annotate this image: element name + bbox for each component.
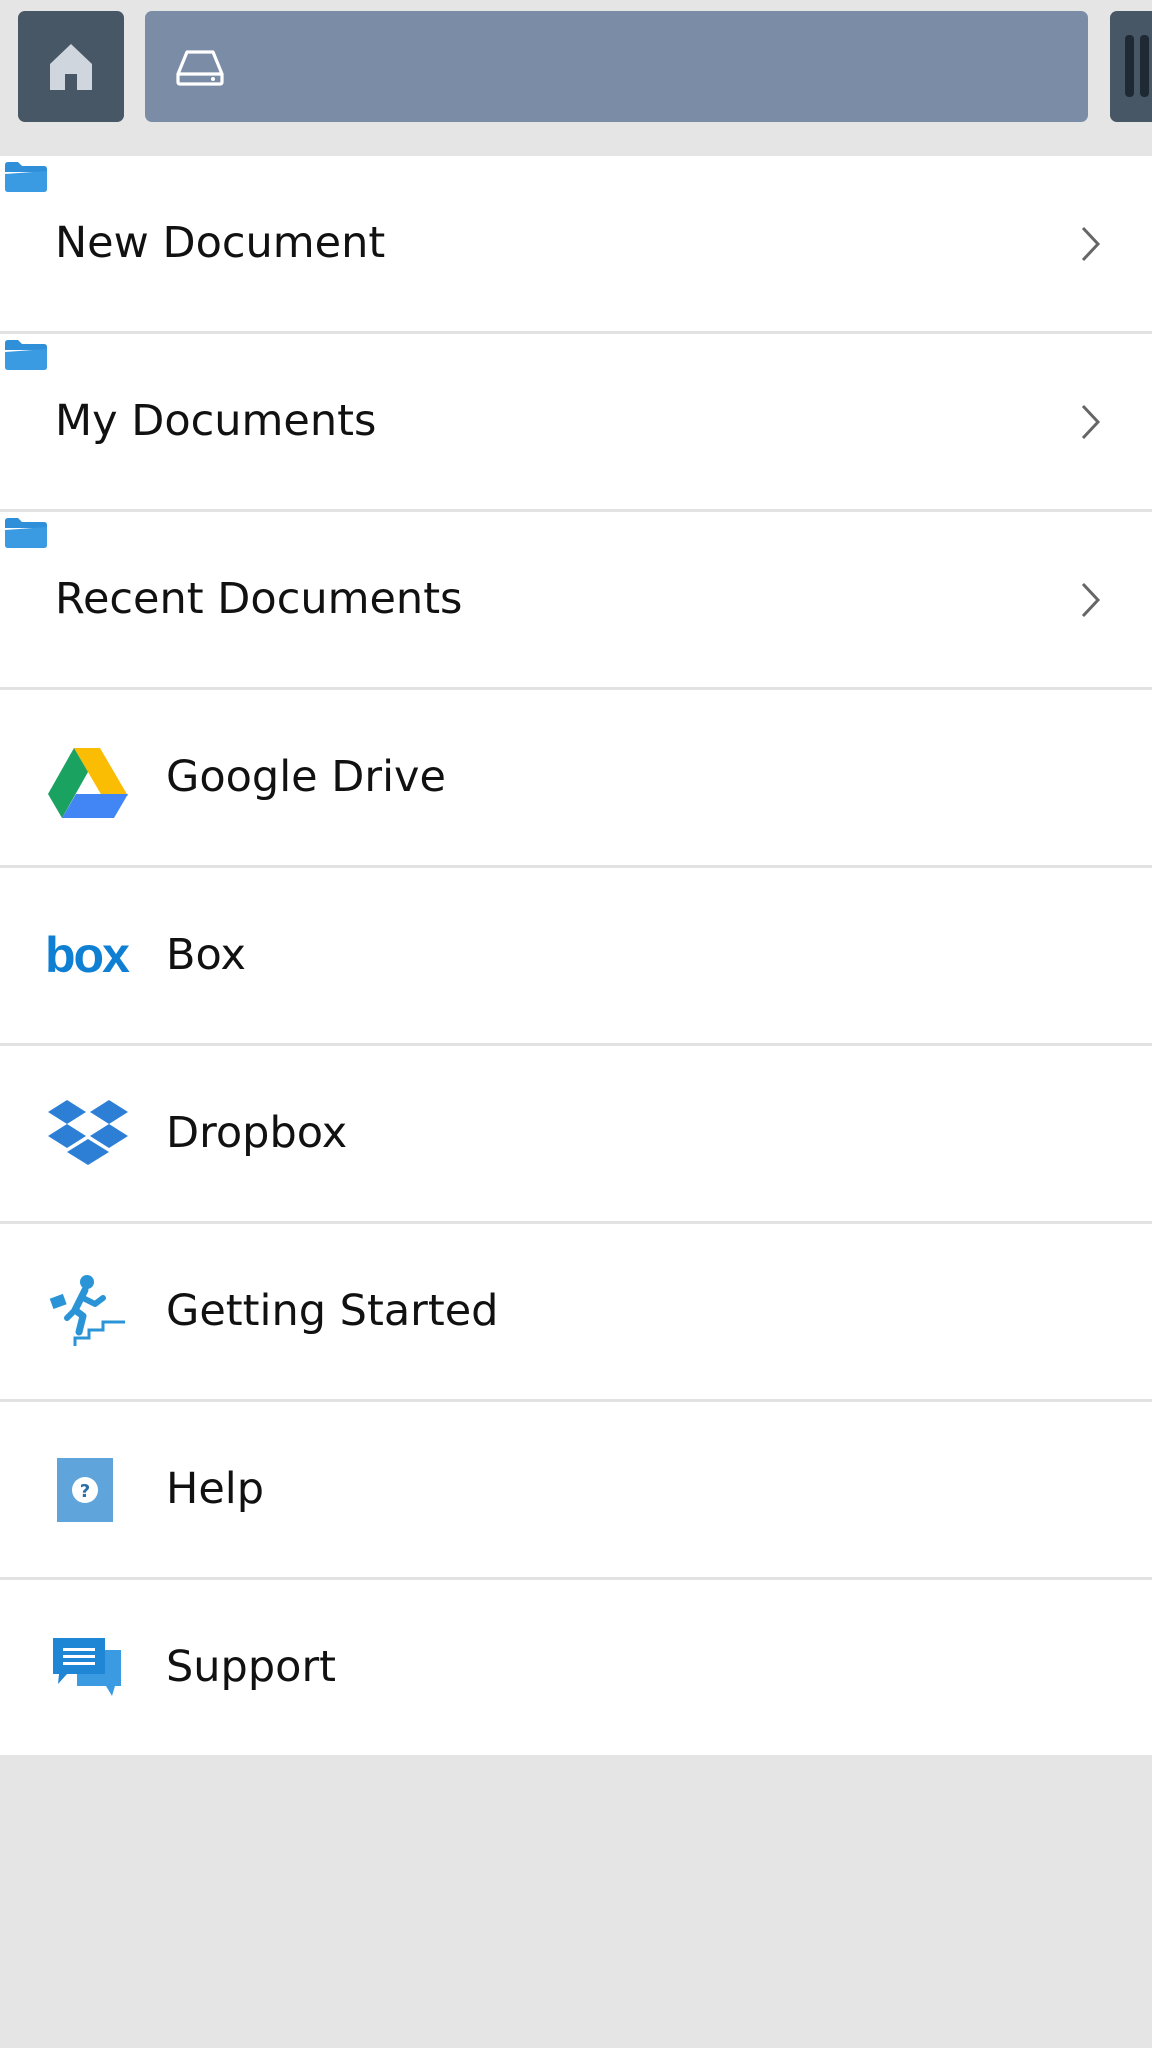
list-item-getting-started[interactable]: Getting Started (0, 1224, 1152, 1402)
list-item-help[interactable]: ? Help (0, 1402, 1152, 1580)
list-item-label: Box (166, 930, 246, 980)
list-item-label: Getting Started (166, 1286, 499, 1336)
list-item-new-document[interactable]: New Document (0, 156, 1152, 334)
list-item-label: My Documents (55, 396, 377, 446)
menu-button[interactable] (1110, 11, 1152, 122)
svg-text:box: box (45, 927, 130, 983)
list-item-dropbox[interactable]: Dropbox (0, 1046, 1152, 1224)
support-icon (53, 1638, 121, 1696)
box-icon: box (45, 927, 131, 983)
folder-icon (5, 340, 47, 370)
drive-icon (176, 50, 224, 86)
getting-started-icon (49, 1275, 125, 1346)
list-item-google-drive[interactable]: Google Drive (0, 690, 1152, 868)
list-item-label: Recent Documents (55, 574, 463, 624)
home-icon (50, 43, 92, 90)
menu-icon-bar (1140, 35, 1149, 97)
list-item-label: Dropbox (166, 1108, 348, 1158)
folder-icon (5, 162, 47, 192)
list-item-label: Help (166, 1464, 265, 1514)
chevron-right-icon (1081, 582, 1101, 618)
list-item-label: Google Drive (166, 752, 446, 802)
list-item-box[interactable]: box Box (0, 868, 1152, 1046)
list-item-recent-documents[interactable]: Recent Documents (0, 512, 1152, 690)
document-source-list: New Document My Documents Recent Documen… (0, 156, 1152, 1755)
chevron-right-icon (1081, 404, 1101, 440)
list-item-my-documents[interactable]: My Documents (0, 334, 1152, 512)
top-toolbar (0, 0, 1152, 156)
list-item-label: Support (166, 1642, 336, 1692)
folder-icon (5, 518, 47, 548)
svg-text:?: ? (80, 1481, 90, 1502)
location-bar[interactable] (145, 11, 1088, 122)
menu-icon (1125, 35, 1134, 97)
home-button[interactable] (18, 11, 124, 122)
help-icon: ? (57, 1458, 113, 1522)
google-drive-icon (48, 748, 128, 818)
chevron-right-icon (1081, 226, 1101, 262)
dropbox-icon (48, 1100, 128, 1165)
list-item-support[interactable]: Support (0, 1580, 1152, 1755)
list-item-label: New Document (55, 218, 386, 268)
